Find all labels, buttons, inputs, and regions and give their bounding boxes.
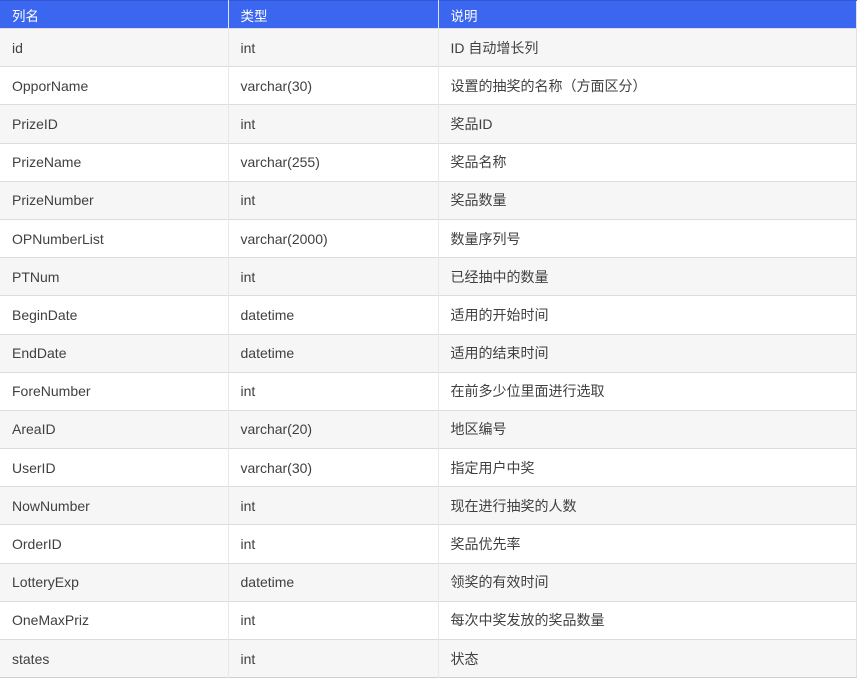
cell-description: 数量序列号 bbox=[438, 219, 856, 257]
page: 列名 类型 说明 id int ID 自动增长列 OpporName varch… bbox=[0, 0, 858, 695]
table-row: OpporName varchar(30) 设置的抽奖的名称（方面区分） bbox=[0, 67, 856, 105]
cell-description: 现在进行抽奖的人数 bbox=[438, 487, 856, 525]
header-cell-description: 说明 bbox=[438, 1, 856, 29]
table-row: BeginDate datetime 适用的开始时间 bbox=[0, 296, 856, 334]
cell-description: 奖品ID bbox=[438, 105, 856, 143]
cell-description: 奖品名称 bbox=[438, 143, 856, 181]
cell-type: int bbox=[228, 258, 438, 296]
table-row: EndDate datetime 适用的结束时间 bbox=[0, 334, 856, 372]
table-row: PrizeNumber int 奖品数量 bbox=[0, 181, 856, 219]
cell-column-name: UserID bbox=[0, 449, 228, 487]
cell-type: int bbox=[228, 29, 438, 67]
header-cell-type: 类型 bbox=[228, 1, 438, 29]
cell-column-name: PrizeNumber bbox=[0, 181, 228, 219]
cell-column-name: id bbox=[0, 29, 228, 67]
cell-column-name: BeginDate bbox=[0, 296, 228, 334]
cell-column-name: EndDate bbox=[0, 334, 228, 372]
cell-type: int bbox=[228, 487, 438, 525]
table-row: ForeNumber int 在前多少位里面进行选取 bbox=[0, 372, 856, 410]
header-cell-column-name: 列名 bbox=[0, 1, 228, 29]
cell-description: 状态 bbox=[438, 640, 856, 678]
table-row: UserID varchar(30) 指定用户中奖 bbox=[0, 449, 856, 487]
table-row: PrizeName varchar(255) 奖品名称 bbox=[0, 143, 856, 181]
cell-column-name: AreaID bbox=[0, 410, 228, 448]
cell-description: 奖品数量 bbox=[438, 181, 856, 219]
cell-description: 适用的结束时间 bbox=[438, 334, 856, 372]
cell-type: datetime bbox=[228, 563, 438, 601]
db-schema-table: 列名 类型 说明 id int ID 自动增长列 OpporName varch… bbox=[0, 0, 857, 678]
cell-column-name: PrizeID bbox=[0, 105, 228, 143]
table-row: states int 状态 bbox=[0, 640, 856, 678]
table-row: PrizeID int 奖品ID bbox=[0, 105, 856, 143]
cell-column-name: states bbox=[0, 640, 228, 678]
cell-column-name: OrderID bbox=[0, 525, 228, 563]
cell-type: varchar(30) bbox=[228, 449, 438, 487]
cell-type: int bbox=[228, 525, 438, 563]
cell-type: int bbox=[228, 372, 438, 410]
cell-description: 设置的抽奖的名称（方面区分） bbox=[438, 67, 856, 105]
cell-type: datetime bbox=[228, 334, 438, 372]
cell-description: 每次中奖发放的奖品数量 bbox=[438, 601, 856, 639]
cell-column-name: OpporName bbox=[0, 67, 228, 105]
table-row: LotteryExp datetime 领奖的有效时间 bbox=[0, 563, 856, 601]
table-row: PTNum int 已经抽中的数量 bbox=[0, 258, 856, 296]
cell-type: int bbox=[228, 181, 438, 219]
cell-column-name: NowNumber bbox=[0, 487, 228, 525]
cell-column-name: OneMaxPriz bbox=[0, 601, 228, 639]
table-row: OPNumberList varchar(2000) 数量序列号 bbox=[0, 219, 856, 257]
cell-column-name: LotteryExp bbox=[0, 563, 228, 601]
cell-description: 在前多少位里面进行选取 bbox=[438, 372, 856, 410]
cell-description: 指定用户中奖 bbox=[438, 449, 856, 487]
cell-type: varchar(30) bbox=[228, 67, 438, 105]
cell-description: 领奖的有效时间 bbox=[438, 563, 856, 601]
cell-type: varchar(2000) bbox=[228, 219, 438, 257]
cell-type: varchar(20) bbox=[228, 410, 438, 448]
cell-description: 适用的开始时间 bbox=[438, 296, 856, 334]
cell-column-name: PTNum bbox=[0, 258, 228, 296]
cell-type: int bbox=[228, 105, 438, 143]
cell-type: int bbox=[228, 601, 438, 639]
cell-description: 奖品优先率 bbox=[438, 525, 856, 563]
cell-type: varchar(255) bbox=[228, 143, 438, 181]
cell-description: 地区编号 bbox=[438, 410, 856, 448]
cell-column-name: ForeNumber bbox=[0, 372, 228, 410]
table-row: OneMaxPriz int 每次中奖发放的奖品数量 bbox=[0, 601, 856, 639]
header-row: 列名 类型 说明 bbox=[0, 1, 856, 29]
cell-description: ID 自动增长列 bbox=[438, 29, 856, 67]
table-row: NowNumber int 现在进行抽奖的人数 bbox=[0, 487, 856, 525]
table-row: OrderID int 奖品优先率 bbox=[0, 525, 856, 563]
cell-type: int bbox=[228, 640, 438, 678]
table-row: id int ID 自动增长列 bbox=[0, 29, 856, 67]
table-row: AreaID varchar(20) 地区编号 bbox=[0, 410, 856, 448]
table-body: id int ID 自动增长列 OpporName varchar(30) 设置… bbox=[0, 29, 856, 678]
cell-description: 已经抽中的数量 bbox=[438, 258, 856, 296]
cell-type: datetime bbox=[228, 296, 438, 334]
cell-column-name: OPNumberList bbox=[0, 219, 228, 257]
cell-column-name: PrizeName bbox=[0, 143, 228, 181]
